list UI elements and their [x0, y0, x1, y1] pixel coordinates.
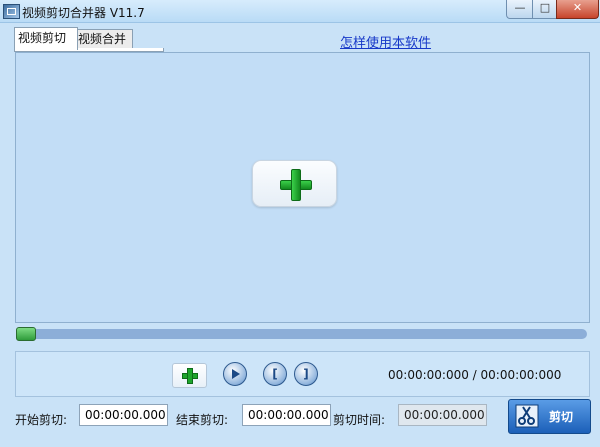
cut-duration-label: 剪切时间:: [333, 413, 386, 427]
scissors-icon: [515, 404, 539, 428]
app-window: 视频剪切合并器 V11.7 — □ ✕ 视频剪切 视频合并 怎样使用本软件 [ …: [0, 0, 600, 447]
progress-handle[interactable]: [16, 327, 36, 341]
cut-button-label: 剪切: [549, 410, 574, 424]
cut-duration-field: [398, 404, 487, 426]
time-readout: 00:00:00:000 / 00:00:00:000: [388, 368, 562, 382]
add-file-button[interactable]: [172, 363, 207, 388]
close-button[interactable]: ✕: [556, 0, 599, 19]
window-title: 视频剪切合并器 V11.7: [22, 6, 145, 20]
start-cut-input[interactable]: [79, 404, 168, 426]
help-link[interactable]: 怎样使用本软件: [340, 32, 431, 51]
add-video-button[interactable]: [252, 160, 337, 207]
app-icon: [3, 4, 20, 19]
maximize-button[interactable]: □: [532, 0, 558, 19]
playback-controls: [ ] 00:00:00:000 / 00:00:00:000: [15, 351, 590, 397]
video-preview-area[interactable]: [15, 52, 590, 323]
minimize-button[interactable]: —: [506, 0, 534, 19]
play-button[interactable]: [223, 362, 247, 386]
start-cut-label: 开始剪切:: [15, 413, 68, 427]
end-cut-input[interactable]: [242, 404, 331, 426]
mark-start-button[interactable]: [: [263, 362, 287, 386]
end-cut-label: 结束剪切:: [176, 413, 229, 427]
tab-video-merge[interactable]: 视频合并: [74, 29, 133, 48]
mark-end-button[interactable]: ]: [294, 362, 318, 386]
progress-track[interactable]: [16, 329, 587, 339]
title-bar[interactable]: 视频剪切合并器 V11.7 — □ ✕: [0, 0, 600, 23]
tab-video-cut[interactable]: 视频剪切: [14, 27, 78, 50]
cut-button[interactable]: 剪切: [508, 399, 591, 434]
